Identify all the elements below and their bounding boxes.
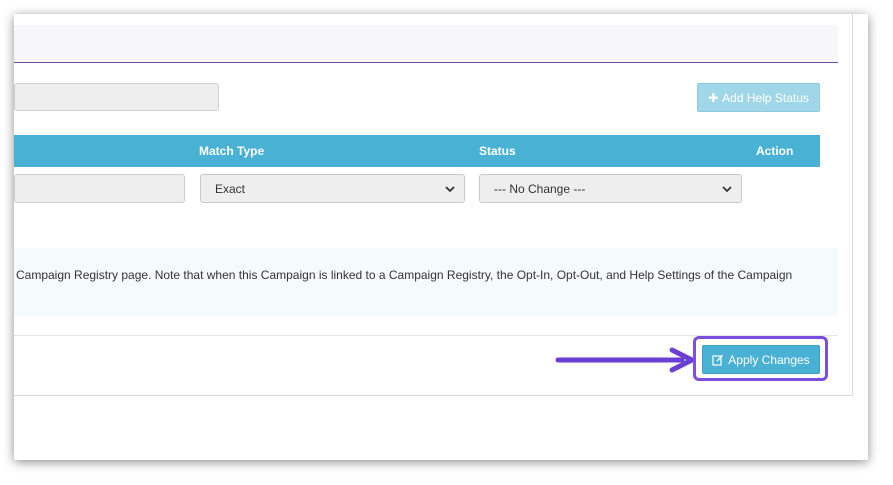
apply-changes-label: Apply Changes <box>728 352 810 367</box>
status-select[interactable]: --- No Change --- <box>479 174 742 203</box>
match-type-header: Match Type <box>199 144 265 158</box>
help-keyword-row-input[interactable] <box>14 174 185 203</box>
match-type-value: Exact <box>215 181 246 196</box>
panel-header <box>14 25 838 63</box>
plus-icon: ✚ <box>708 90 719 105</box>
help-status-table-header: Match Type Status Action <box>14 135 820 167</box>
note-text: Campaign Registry page. Note that when t… <box>16 268 793 282</box>
chevron-down-icon <box>722 186 732 193</box>
edit-icon <box>712 354 724 366</box>
add-help-status-label: Add Help Status <box>722 90 809 105</box>
add-help-status-button[interactable]: ✚ Add Help Status <box>697 83 820 112</box>
campaign-registry-note: Campaign Registry page. Note that when t… <box>14 248 838 316</box>
help-keyword-input[interactable] <box>14 83 219 111</box>
status-header: Status <box>479 144 516 158</box>
apply-changes-button[interactable]: Apply Changes <box>702 345 820 374</box>
action-header: Action <box>756 144 794 158</box>
screenshot-frame: ✚ Add Help Status Match Type Status Acti… <box>14 14 868 460</box>
chevron-down-icon <box>445 186 455 193</box>
status-value: --- No Change --- <box>494 181 586 196</box>
match-type-select[interactable]: Exact <box>200 174 465 203</box>
help-settings-panel: ✚ Add Help Status Match Type Status Acti… <box>14 14 853 396</box>
arrow-annotation-icon <box>555 347 695 373</box>
